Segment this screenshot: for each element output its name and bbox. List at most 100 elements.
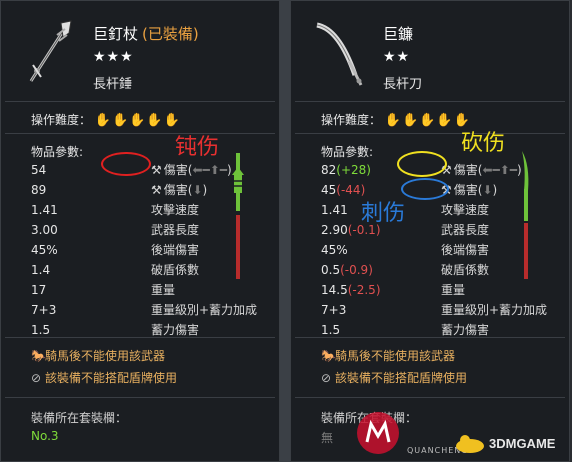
stat-label: 破盾係數 [441,263,490,277]
stat-label: ⚒ 傷害(⬅━⬆━) [441,163,522,177]
stat-value: 54 [31,163,47,177]
rarity-stars: ★★★ [93,49,134,65]
stat-label: 重量 [441,283,466,297]
stat-label: 蓄力傷害 [441,323,490,337]
damage-balance-bar [232,153,244,279]
annotation-circle-red [101,152,151,176]
rarity-stars: ★★ [383,49,411,65]
annotation-circle-yellow [397,151,447,177]
equipped-tag: (已裝備) [142,25,199,43]
item-name: 巨釘杖 [93,25,139,43]
stat-label: 重量 [151,283,176,297]
watermark-brand: 3DMGAME [489,436,556,451]
stat-row: 1.41 攻擊速度 [321,202,571,218]
difficulty-label: 操作難度： [321,113,382,127]
difficulty-row: 操作難度： ✋✋✋✋✋ [321,111,471,128]
params-title: 物品參數: [321,145,374,159]
stat-label: ⚒ 傷害(⬇) [441,183,498,197]
difficulty-row: 操作難度： ✋✋✋✋✋ [31,111,181,128]
stat-value: 1.41 [31,203,58,217]
stat-row: 7+3 重量級別+蓄力加成 [31,302,281,318]
spiked-staff-icon [19,19,77,87]
stat-value: 45(-44) [321,183,366,197]
difficulty-label: 操作難度： [31,113,92,127]
no-shield-icon: ⊘ [31,371,42,385]
stat-value: 7+3 [31,303,57,317]
difficulty-hand-icons: ✋✋✋✋✋ [384,113,471,128]
set-slot-value: 無 [321,431,334,445]
stat-value: 45% [31,243,58,257]
panel-gap [280,0,290,462]
stat-label: 重量級別+蓄力加成 [151,303,258,317]
watermark-logo: 3DMGAME QUANCHENG [355,410,570,460]
stat-label: ⚒ 傷害(⬇) [151,183,208,197]
great-scythe-icon [309,19,367,87]
weapon-type: 長杆錘 [93,77,133,92]
stat-value: 0.5(-0.9) [321,263,373,277]
stat-label: 武器長度 [441,223,490,237]
set-slot-title: 裝備所在套裝欄： [31,411,128,425]
warning-no-mounted: 🐎騎馬後不能使用該武器 [321,349,456,363]
stat-label: 武器長度 [151,223,200,237]
stat-value: 89 [31,183,47,197]
divider [5,337,275,338]
item-title: 巨鐮 [383,25,414,43]
stat-row: 1.5 蓄力傷害 [31,322,281,338]
params-title: 物品參數: [31,145,84,159]
divider [295,133,565,134]
weapon-type: 長杆刀 [383,77,423,92]
divider [5,397,275,398]
horse-icon: 🐎 [321,349,336,363]
stat-label: 後端傷害 [441,243,490,257]
warning-no-mounted: 🐎騎馬後不能使用該武器 [31,349,166,363]
item-tooltip-right: 巨鐮 ★★ 長杆刀 操作難度： ✋✋✋✋✋ 物品參數: 82(+28) ⚒ 傷害(⬅… [290,0,570,462]
stat-value: 82(+28) [321,163,371,177]
stat-row: 3.00 武器長度 [31,222,281,238]
direction-arrow-icon: ⬇ [482,183,493,197]
stat-value: 1.41 [321,203,348,217]
annotation-pierce: 刺伤 [361,201,406,226]
stat-label: 攻擊速度 [151,203,200,217]
divider [5,101,275,102]
stat-row: 17 重量 [31,282,281,298]
stat-label: 攻擊速度 [441,203,490,217]
difficulty-hand-icons: ✋✋✋✋✋ [94,113,181,128]
stat-label: 蓄力傷害 [151,323,200,337]
divider [295,101,565,102]
warning-no-shield: ⊘ 該裝備不能搭配盾牌使用 [321,371,468,385]
annotation-blunt: 钝伤 [175,135,220,160]
stat-row: 1.4 破盾係數 [31,262,281,278]
stat-delta: (-0.9) [340,263,373,277]
annotation-slash: 砍伤 [461,131,506,156]
stat-row: 7+3 重量級別+蓄力加成 [321,302,571,318]
item-tooltip-left: 巨釘杖 (已裝備) ★★★ 長杆錘 操作難度： ✋✋✋✋✋ 物品參數: 54 ⚒ 傷害… [0,0,280,462]
stat-value: 17 [31,283,47,297]
annotation-circle-blue [401,178,449,200]
stat-row: 1.41 攻擊速度 [31,202,281,218]
set-slot-value: No.3 [31,429,59,443]
damage-type-icon: ⚒ [151,183,162,197]
no-shield-icon: ⊘ [321,371,332,385]
stat-row: 45% 後端傷害 [31,242,281,258]
stat-row: 2.90(-0.1) 武器長度 [321,222,571,238]
direction-arrow-icon: ⬅━⬆━ [482,163,518,177]
stat-label: ⚒ 傷害(⬅━⬆━) [151,163,232,177]
stat-value: 14.5(-2.5) [321,283,381,297]
direction-arrow-icon: ⬇ [192,183,203,197]
direction-arrow-icon: ⬅━⬆━ [192,163,228,177]
stat-value: 1.4 [31,263,51,277]
divider [5,133,275,134]
stat-label: 破盾係數 [151,263,200,277]
stat-row: 1.5 蓄力傷害 [321,322,571,338]
divider [295,337,565,338]
damage-type-icon: ⚒ [151,163,162,177]
stat-delta: (-2.5) [347,283,381,297]
stat-row: 45% 後端傷害 [321,242,571,258]
stat-value: 3.00 [31,223,58,237]
damage-balance-bar [521,151,531,279]
stat-value: 45% [321,243,348,257]
warning-no-shield: ⊘ 該裝備不能搭配盾牌使用 [31,371,178,385]
stat-value: 1.5 [321,323,341,337]
divider [295,397,565,398]
stat-label: 後端傷害 [151,243,200,257]
